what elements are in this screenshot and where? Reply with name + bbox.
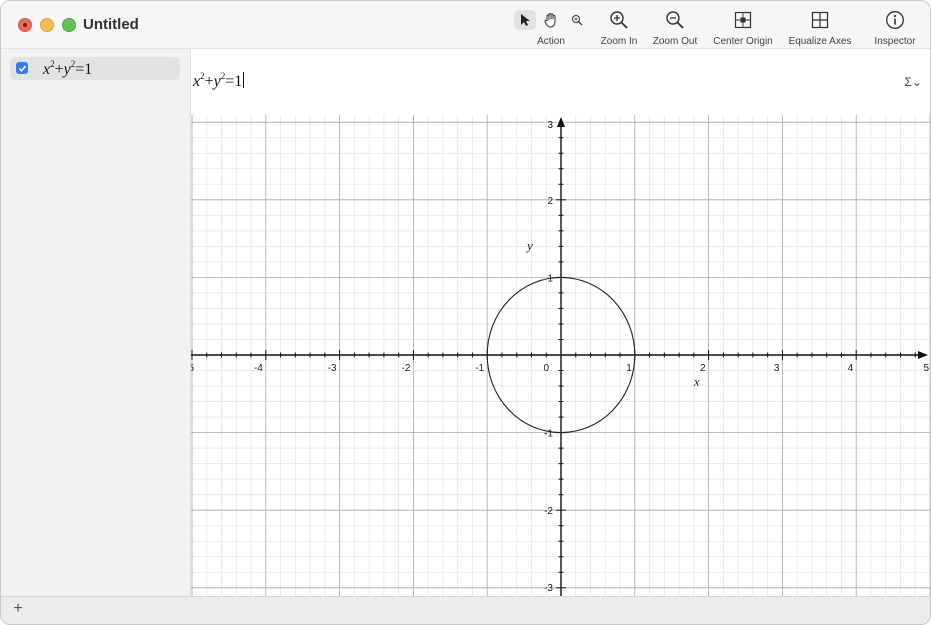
action-tool-group: Action (511, 9, 591, 47)
equation-list-label: x2+y2=1 (43, 59, 93, 78)
x-tick-label: -3 (328, 363, 337, 374)
graph-plot: 5-4-3-2-1012345321-1-2-3xy (188, 115, 930, 596)
zoom-out-button[interactable]: Zoom Out (649, 9, 701, 47)
equalize-axes-icon (811, 11, 829, 29)
close-window-button[interactable] (18, 18, 32, 32)
info-icon (886, 11, 904, 29)
y-tick-label: 2 (547, 196, 553, 207)
x-axis-label: x (693, 374, 700, 389)
x-tick-label: 5 (923, 363, 929, 374)
hand-tool-button[interactable] (540, 10, 562, 30)
action-label: Action (537, 36, 565, 47)
app-window: Untitled Action Zoom In Zoom Out Center … (0, 0, 931, 625)
zoom-out-label: Zoom Out (652, 36, 698, 47)
x-tick-label: 3 (774, 363, 780, 374)
x-tick-label: 5 (191, 363, 194, 374)
y-tick-label: -2 (544, 506, 553, 517)
pointer-arrow-icon (521, 14, 530, 26)
main-area: x2+y2=1 Σ⌄ 5-4-3-2-1012345321-1-2-3xy (188, 49, 930, 596)
zoom-in-button[interactable]: Zoom In (596, 9, 642, 47)
x-tick-label: 0 (543, 363, 549, 374)
equation-sidebar: x2+y2=1 (1, 49, 191, 596)
text-caret (243, 72, 245, 88)
add-equation-button[interactable]: + (10, 600, 26, 618)
minimize-window-button[interactable] (40, 18, 54, 32)
y-tick-label: -1 (544, 429, 553, 440)
equation-list-item[interactable]: x2+y2=1 (10, 57, 180, 80)
x-tick-label: -1 (475, 363, 484, 374)
zoom-in-label: Zoom In (600, 36, 638, 47)
zoom-window-button[interactable] (62, 18, 76, 32)
equalize-axes-label: Equalize Axes (788, 36, 852, 47)
equation-editor[interactable]: x2+y2=1 Σ⌄ (191, 49, 930, 115)
x-tick-label: 4 (848, 363, 854, 374)
magnifier-icon (572, 15, 583, 26)
window-title: Untitled (83, 16, 139, 33)
graph-canvas[interactable]: 5-4-3-2-1012345321-1-2-3xy (188, 115, 930, 596)
y-axis-label: y (525, 238, 533, 253)
y-tick-label: -3 (544, 583, 553, 594)
center-origin-button[interactable]: Center Origin (709, 9, 777, 47)
hand-icon (544, 13, 556, 28)
equation-visibility-checkbox[interactable] (16, 62, 28, 74)
zoom-in-icon (610, 11, 628, 29)
center-origin-icon (734, 11, 752, 29)
x-tick-label: 2 (700, 363, 706, 374)
checkmark-icon (18, 64, 26, 72)
x-tick-label: 1 (626, 363, 632, 374)
inspector-label: Inspector (874, 36, 916, 47)
zoom-out-icon (666, 11, 684, 29)
inspector-button[interactable]: Inspector (867, 9, 923, 47)
x-tick-label: -4 (254, 363, 263, 374)
equalize-axes-button[interactable]: Equalize Axes (785, 9, 855, 47)
titlebar: Untitled Action Zoom In Zoom Out Center … (1, 1, 930, 49)
x-axis-arrow-icon (918, 351, 928, 359)
magnify-tool-button[interactable] (566, 10, 588, 30)
x-tick-label: -2 (401, 363, 410, 374)
math-symbols-menu-button[interactable]: Σ⌄ (905, 75, 922, 89)
equation-input[interactable]: x2+y2=1 (193, 71, 245, 91)
y-tick-label: 3 (547, 120, 553, 131)
window-controls (18, 18, 76, 32)
center-origin-label: Center Origin (713, 36, 773, 47)
pointer-tool-button[interactable] (514, 10, 536, 30)
bottom-bar: + (1, 596, 930, 624)
